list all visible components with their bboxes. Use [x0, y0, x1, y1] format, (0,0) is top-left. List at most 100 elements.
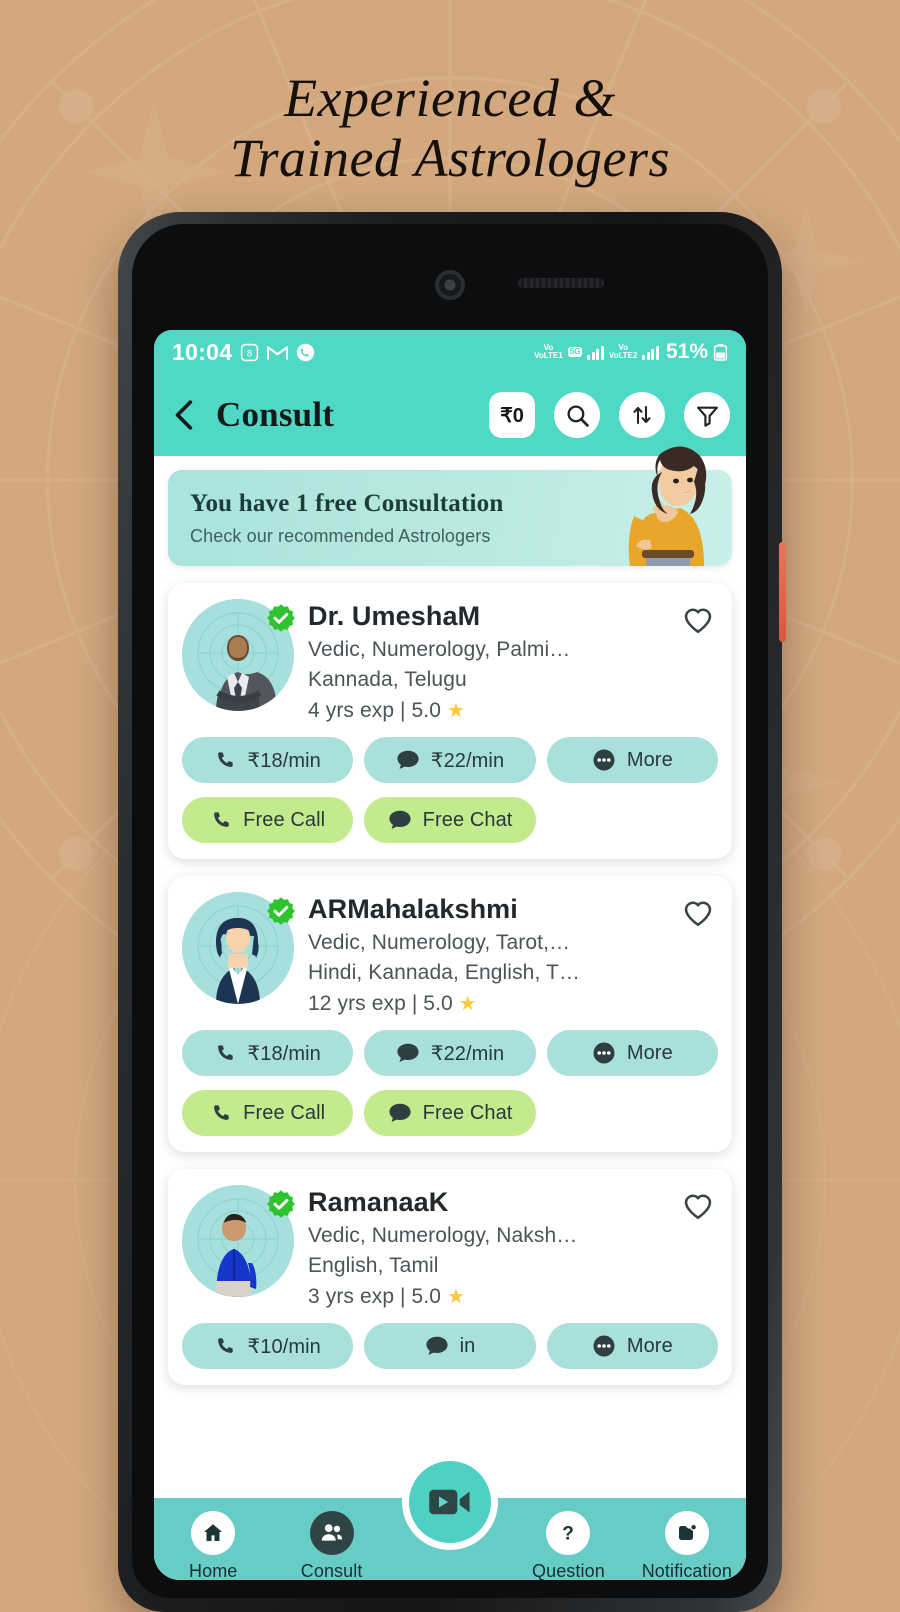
video-call-fab[interactable] — [402, 1454, 498, 1550]
svg-text:8: 8 — [247, 348, 252, 359]
paid-actions-row: ₹10/min in More — [182, 1323, 718, 1370]
call-rate-button[interactable]: ₹10/min — [182, 1323, 354, 1370]
free-actions-row: Free Call Free Chat — [182, 1090, 536, 1137]
banner-title: You have 1 free Consultation — [190, 490, 504, 517]
dots-icon — [593, 1335, 615, 1357]
nav-item-question[interactable]: ? Question — [509, 1510, 627, 1581]
earpiece-speaker — [518, 278, 604, 288]
astrologer-languages: Hindi, Kannada, English, T… — [308, 961, 580, 985]
astrologer-experience: 4 yrs exp | 5.0 ★ — [308, 699, 465, 723]
astrologer-experience: 3 yrs exp | 5.0 ★ — [308, 1285, 465, 1309]
nav-item-notification[interactable]: Notification — [628, 1510, 746, 1580]
astrologer-skills: Vedic, Numerology, Tarot,… — [308, 931, 571, 955]
astrologer-card[interactable]: ARMahalakshmi Vedic, Numerology, Tarot,…… — [168, 876, 732, 1153]
wallet-balance-button[interactable]: ₹0 — [489, 392, 535, 438]
chat-rate-button[interactable]: ₹22/min — [364, 1030, 536, 1077]
svg-text:?: ? — [563, 1523, 575, 1544]
free-chat-button[interactable]: Free Chat — [364, 797, 536, 844]
phone-icon — [218, 1338, 234, 1354]
paid-actions-row: ₹18/min ₹22/min More — [182, 737, 718, 784]
call-rate-button[interactable]: ₹18/min — [182, 737, 354, 784]
phone-icon — [214, 812, 229, 827]
avatar — [182, 892, 295, 1005]
front-camera-icon — [435, 270, 465, 300]
phone-screen-bezel: 10:04 8 Vo VoLTE1 5G Vo VoLTE2 51% Consu… — [132, 224, 768, 1598]
banner-subtitle: Check our recommended Astrologers — [190, 526, 491, 546]
astrologer-card[interactable]: RamanaaK Vedic, Numerology, Naksh… Engli… — [168, 1169, 732, 1386]
more-options-button[interactable]: More — [546, 1323, 718, 1370]
free-chat-button[interactable]: Free Chat — [364, 1090, 536, 1137]
astrologer-details: RamanaaK Vedic, Numerology, Naksh… Engli… — [308, 1185, 666, 1309]
phone-icon — [296, 343, 315, 362]
consult-list: You have 1 free Consultation Check our r… — [154, 446, 746, 1581]
battery-percent: 51% — [665, 340, 708, 363]
phone-icon — [218, 1045, 234, 1060]
nav-label-home: Home — [188, 1560, 238, 1581]
headline-line-1: Experienced & — [284, 68, 616, 128]
nav-item-home[interactable]: Home — [154, 1510, 272, 1581]
dots-icon — [593, 1042, 615, 1064]
status-bar-right: Vo VoLTE1 5G Vo VoLTE2 51% — [534, 340, 728, 364]
more-options-button[interactable]: More — [546, 1030, 718, 1077]
favorite-heart-icon[interactable] — [680, 894, 718, 932]
avatar — [182, 599, 295, 711]
call-rate-button[interactable]: ₹18/min — [182, 1030, 354, 1077]
nav-label-question: Question — [531, 1560, 605, 1581]
astrologer-skills: Vedic, Numerology, Palmi… — [308, 638, 571, 662]
astrologer-experience: 12 yrs exp | 5.0 ★ — [308, 992, 477, 1016]
chat-icon — [389, 1103, 411, 1123]
free-consultation-banner[interactable]: You have 1 free Consultation Check our r… — [168, 446, 732, 566]
phone-icon — [218, 752, 234, 767]
volte2-indicator: Vo VoLTE2 — [608, 343, 638, 360]
signal-bars-2 — [642, 345, 659, 360]
nav-item-consult[interactable]: Consult — [272, 1510, 390, 1581]
phone-mockup: 10:04 8 Vo VoLTE1 5G Vo VoLTE2 51% Consu… — [118, 212, 786, 1612]
dots-icon — [593, 749, 615, 771]
power-button[interactable] — [779, 542, 786, 642]
more-options-button[interactable]: More — [546, 737, 718, 784]
astrologer-skills: Vedic, Numerology, Naksh… — [308, 1224, 578, 1248]
badge-8-icon: 8 — [240, 343, 259, 362]
favorite-heart-icon[interactable] — [680, 601, 718, 639]
status-time: 10:04 — [172, 338, 233, 365]
paid-actions-row: ₹18/min ₹22/min More — [182, 1030, 718, 1077]
people-icon — [309, 1510, 354, 1555]
signal-bars-1 — [587, 345, 604, 360]
astrologer-languages: English, Tamil — [308, 1254, 439, 1278]
status-bar: 10:04 8 Vo VoLTE1 5G Vo VoLTE2 51% — [154, 330, 746, 374]
rating-star-icon: ★ — [458, 993, 477, 1016]
chat-icon — [425, 1336, 448, 1356]
astrologer-details: ARMahalakshmi Vedic, Numerology, Tarot,…… — [308, 892, 666, 1016]
avatar — [182, 1185, 295, 1298]
astrologer-card-header: Dr. UmeshaM Vedic, Numerology, Palmi… Ka… — [182, 599, 718, 723]
chat-rate-button[interactable]: ₹22/min — [364, 737, 536, 784]
astrologer-card[interactable]: Dr. UmeshaM Vedic, Numerology, Palmi… Ka… — [168, 583, 732, 860]
page-title: Consult — [216, 395, 335, 434]
free-call-button[interactable]: Free Call — [182, 1090, 354, 1137]
app-screen: 10:04 8 Vo VoLTE1 5G Vo VoLTE2 51% Consu… — [154, 330, 746, 1580]
verified-badge-icon — [267, 897, 295, 925]
5g-indicator: 5G — [567, 347, 583, 357]
chevron-left-icon[interactable] — [168, 398, 202, 432]
poster-headline: Experienced & Trained Astrologers — [0, 68, 900, 189]
status-bar-left: 10:04 8 — [172, 339, 315, 366]
astrologer-name: RamanaaK — [308, 1187, 449, 1218]
chat-icon — [397, 750, 419, 770]
volte1-indicator: Vo VoLTE1 — [534, 343, 563, 360]
nav-label-consult: Consult — [300, 1560, 363, 1581]
phone-icon — [214, 1105, 229, 1120]
verified-badge-icon — [267, 1190, 295, 1218]
rating-star-icon: ★ — [446, 1286, 465, 1309]
battery-icon — [713, 343, 728, 361]
free-actions-row: Free Call Free Chat — [182, 797, 536, 844]
gmail-icon — [267, 344, 289, 361]
favorite-heart-icon[interactable] — [680, 1187, 718, 1225]
astrologer-name: Dr. UmeshaM — [308, 601, 481, 631]
home-icon — [191, 1510, 236, 1555]
astrologer-details: Dr. UmeshaM Vedic, Numerology, Palmi… Ka… — [308, 599, 666, 723]
rating-star-icon: ★ — [446, 700, 465, 723]
free-call-button[interactable]: Free Call — [182, 797, 354, 844]
astrologer-card-header: RamanaaK Vedic, Numerology, Naksh… Engli… — [182, 1185, 718, 1309]
chat-rate-button[interactable]: in — [364, 1323, 536, 1370]
headline-line-2: Trained Astrologers — [229, 128, 671, 189]
